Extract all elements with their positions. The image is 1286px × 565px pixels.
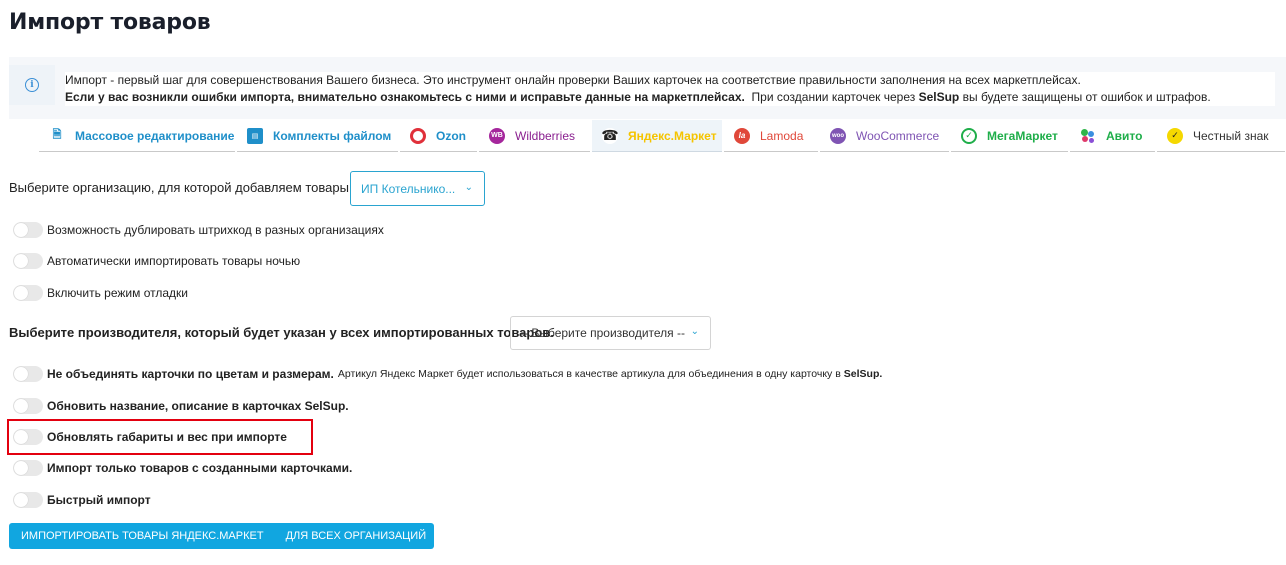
manufacturer-select-value: -- Выберите производителя -- <box>520 326 685 340</box>
info-text: Импорт - первый шаг для совершенствовани… <box>65 72 1275 106</box>
highlight-frame <box>7 419 313 455</box>
toggle-no-merge-cards[interactable]: Не объединять карточки по цветам и разме… <box>13 366 882 382</box>
tab-wildberries[interactable]: WB Wildberries <box>479 120 590 152</box>
avito-logo-icon <box>1080 127 1096 144</box>
toggle-switch[interactable] <box>13 253 43 269</box>
info-icon-container: i <box>9 65 55 105</box>
toggle-switch[interactable] <box>13 285 43 301</box>
toggle-debug-mode[interactable]: Включить режим отладки <box>13 285 188 301</box>
file-icon: 🗎 <box>49 127 65 144</box>
manufacturer-select-label: Выберите производителя, который будет ук… <box>9 325 554 340</box>
tab-woocommerce[interactable]: woo WooCommerce <box>820 120 949 152</box>
chevron-down-icon: ⌄ <box>690 326 699 337</box>
megamarket-logo-icon: ✓ <box>961 127 977 144</box>
info-line-2-pre: При создании карточек через <box>751 90 916 104</box>
org-select-label: Выберите организацию, для которой добавл… <box>9 180 349 195</box>
ozon-logo-icon <box>410 127 426 144</box>
toggle-switch[interactable] <box>13 366 43 382</box>
toggle-update-name-description[interactable]: Обновить название, описание в карточках … <box>13 398 349 414</box>
info-line-2-post: вы будете защищены от ошибок и штрафов. <box>962 90 1211 104</box>
yandex-market-logo-icon: ☎ <box>601 127 619 144</box>
tab-mass-edit[interactable]: 🗎 Массовое редактирование <box>39 120 235 152</box>
info-line-2-bold: Если у вас возникли ошибки импорта, вним… <box>65 90 745 104</box>
org-select[interactable]: ИП Котельнико... ⌄ <box>350 171 485 206</box>
tab-chestny-znak[interactable]: ✓ Честный знак <box>1157 120 1285 152</box>
woocommerce-logo-icon: woo <box>830 127 846 144</box>
info-icon: i <box>25 78 39 92</box>
chevron-down-icon: ⌄ <box>464 182 473 193</box>
info-line-2-brand: SelSup <box>918 90 960 104</box>
manufacturer-select[interactable]: -- Выберите производителя -- ⌄ <box>510 316 711 350</box>
marketplace-tabs: 🗎 Массовое редактирование ▤ Комплекты фа… <box>39 120 1286 152</box>
info-banner: i Импорт - первый шаг для совершенствова… <box>9 57 1286 119</box>
kit-icon: ▤ <box>247 127 263 144</box>
tab-avito[interactable]: Авито <box>1070 120 1155 152</box>
import-yandex-market-button[interactable]: ИМПОРТИРОВАТЬ ТОВАРЫ ЯНДЕКС.МАРКЕТ ДЛЯ В… <box>9 523 434 549</box>
toggle-switch[interactable] <box>13 492 43 508</box>
org-select-value: ИП Котельнико... <box>361 181 456 196</box>
tab-kits-file[interactable]: ▤ Комплекты файлом <box>237 120 398 152</box>
toggle-switch[interactable] <box>13 222 43 238</box>
tab-yandex-market[interactable]: ☎ Яндекс.Маркет <box>592 120 722 152</box>
tab-lamoda[interactable]: la Lamoda <box>724 120 818 152</box>
toggle-switch[interactable] <box>13 460 43 476</box>
toggle-duplicate-barcode[interactable]: Возможность дублировать штрихкод в разны… <box>13 222 384 238</box>
tab-megamarket[interactable]: ✓ МегаМаркет <box>951 120 1068 152</box>
wildberries-logo-icon: WB <box>489 127 505 144</box>
lamoda-logo-icon: la <box>734 127 750 144</box>
info-line-1: Импорт - первый шаг для совершенствовани… <box>65 73 1081 87</box>
toggle-fast-import[interactable]: Быстрый импорт <box>13 492 151 508</box>
chestny-znak-logo-icon: ✓ <box>1167 127 1183 144</box>
toggle-auto-import-night[interactable]: Автоматически импортировать товары ночью <box>13 253 300 269</box>
toggle-switch[interactable] <box>13 398 43 414</box>
page-title: Импорт товаров <box>9 10 211 35</box>
info-line-2: Если у вас возникли ошибки импорта, вним… <box>65 89 1275 106</box>
toggle-import-only-created[interactable]: Импорт только товаров с созданными карто… <box>13 460 352 476</box>
tab-ozon[interactable]: Ozon <box>400 120 477 152</box>
